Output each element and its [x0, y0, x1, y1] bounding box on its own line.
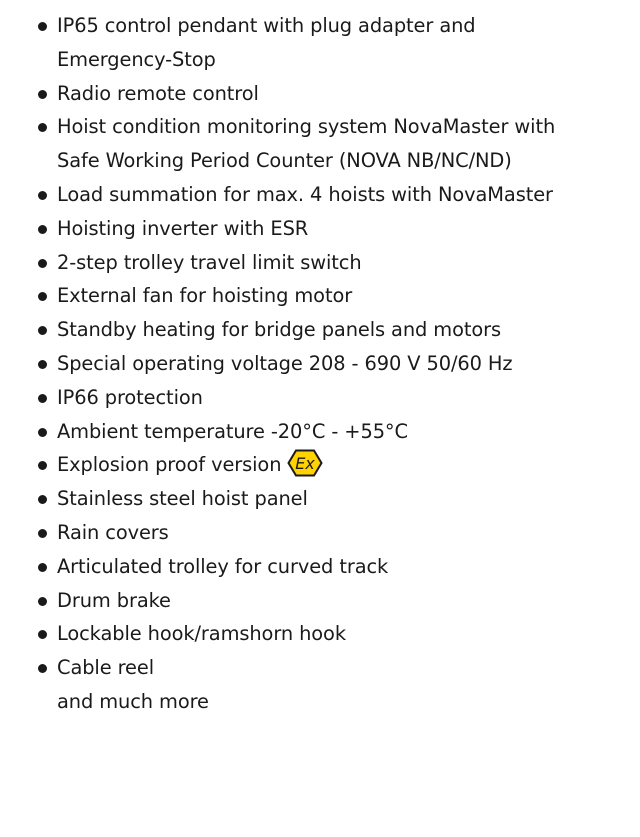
list-item: Special operating voltage 208 - 690 V 50…: [38, 347, 628, 381]
list-item-text: Rain covers: [57, 520, 169, 544]
bullet-icon: [38, 562, 47, 572]
list-item: Cable reel: [38, 651, 628, 685]
list-item: Radio remote control: [38, 77, 628, 111]
bullet-icon: [38, 664, 47, 674]
explosion-proof-label: Explosion proof version: [57, 453, 282, 477]
list-item-text: Hoisting inverter with ESR: [57, 216, 309, 240]
list-item-text: Cable reel: [57, 656, 155, 680]
bullet-icon: [38, 427, 47, 437]
list-item-text: External fan for hoisting motor: [57, 284, 353, 308]
list-footer-text: and much more: [57, 689, 209, 713]
list-item: Load summation for max. 4 hoists with No…: [38, 178, 628, 212]
list-item: Explosion proof version Ex: [38, 448, 628, 482]
bullet-icon: [38, 123, 47, 133]
list-item: Rain covers: [38, 516, 628, 550]
list-item-text: Standby heating for bridge panels and mo…: [57, 318, 501, 342]
list-item-text: Articulated trolley for curved track: [57, 554, 389, 578]
list-item-text: Safe Working Period Counter (NOVA NB/NC/…: [57, 149, 512, 173]
bullet-icon: [38, 359, 47, 369]
bullet-icon: [38, 89, 47, 99]
list-item: Lockable hook/ramshorn hook: [38, 617, 628, 651]
ex-explosion-proof-icon: Ex: [287, 449, 324, 477]
bullet-icon: [38, 224, 47, 234]
bullet-icon: [38, 190, 47, 200]
bullet-icon: [38, 630, 47, 640]
ex-icon-text: Ex: [296, 454, 316, 473]
list-item-text: Explosion proof version Ex: [57, 448, 628, 482]
features-list: IP65 control pendant with plug adapter a…: [38, 9, 628, 719]
list-item: External fan for hoisting motor: [38, 279, 628, 313]
list-item: 2-step trolley travel limit switch: [38, 246, 628, 280]
list-item-text: Lockable hook/ramshorn hook: [57, 622, 346, 646]
bullet-icon: [38, 258, 47, 268]
list-item-text: IP66 protection: [57, 385, 203, 409]
list-item-text: Hoist condition monitoring system NovaMa…: [57, 115, 556, 139]
list-item-text: Emergency-Stop: [57, 47, 216, 71]
list-item-text: Drum brake: [57, 588, 171, 612]
bullet-icon: [38, 22, 47, 31]
bullet-icon: [38, 326, 47, 336]
list-item: Hoisting inverter with ESR: [38, 212, 628, 246]
list-item-text: Ambient temperature -20°C - +55°C: [57, 419, 408, 443]
list-item-text: IP65 control pendant with plug adapter a…: [57, 14, 476, 37]
list-item: IP66 protection: [38, 381, 628, 415]
list-item: Drum brake: [38, 584, 628, 618]
list-item-text: Special operating voltage 208 - 690 V 50…: [57, 351, 513, 375]
list-item: Stainless steel hoist panel: [38, 482, 628, 516]
bullet-icon: [38, 461, 47, 471]
list-item: IP65 control pendant with plug adapter a…: [38, 9, 628, 77]
bullet-icon: [38, 495, 47, 505]
bullet-icon: [38, 596, 47, 606]
list-item-text: Stainless steel hoist panel: [57, 487, 308, 511]
list-item: Ambient temperature -20°C - +55°C: [38, 415, 628, 449]
list-item: Hoist condition monitoring system NovaMa…: [38, 110, 628, 178]
list-item-text: 2-step trolley travel limit switch: [57, 250, 362, 274]
list-item-text: Radio remote control: [57, 81, 259, 105]
bullet-icon: [38, 292, 47, 302]
list-item-text: Load summation for max. 4 hoists with No…: [57, 182, 553, 206]
list-footer: and much more: [38, 685, 628, 719]
bullet-icon: [38, 393, 47, 403]
list-item: Standby heating for bridge panels and mo…: [38, 313, 628, 347]
bullet-icon: [38, 528, 47, 538]
list-item: Articulated trolley for curved track: [38, 550, 628, 584]
